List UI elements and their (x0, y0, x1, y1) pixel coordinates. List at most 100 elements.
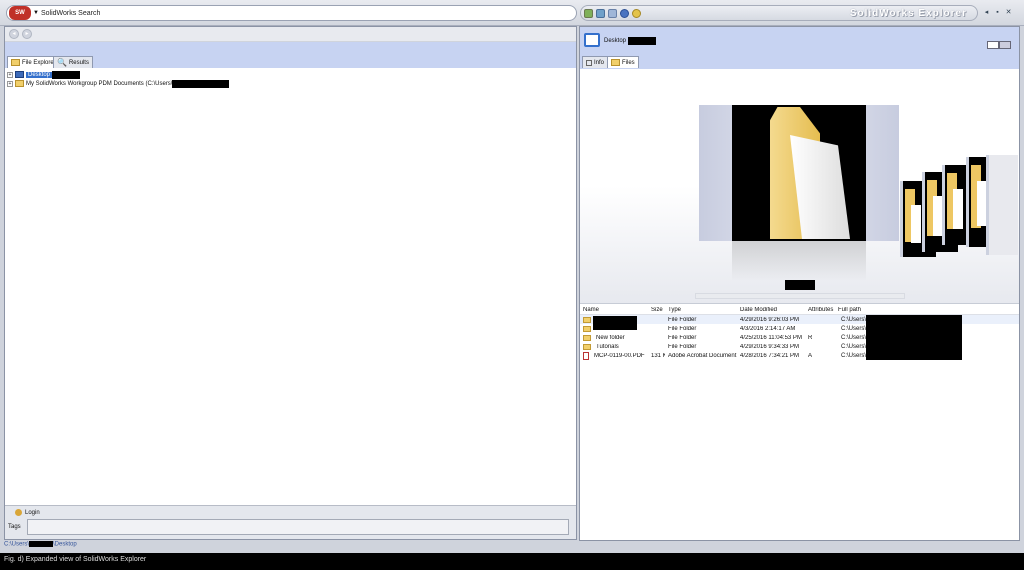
table-row[interactable]: New folder File Folder 4/25/2016 11:04:5… (580, 333, 1019, 342)
row-type: File Folder (668, 316, 697, 323)
tags-row: Tags (5, 519, 576, 535)
preview-caption-redacted (785, 280, 815, 290)
pdm-folder-icon (15, 80, 24, 87)
tree-item-pdm-documents[interactable]: + My SolidWorks Workgroup PDM Documents … (7, 79, 574, 88)
login-label: Login (25, 509, 40, 516)
redacted-block (866, 333, 963, 342)
row-date: 4/28/2016 7:34:21 PM (740, 352, 800, 359)
top-bar: SW ▼ SolidWorks Search SolidWorks Explor… (0, 0, 1024, 26)
figure-caption: Fig. d) Expanded view of SolidWorks Expl… (4, 556, 147, 563)
row-type: File Folder (668, 343, 697, 350)
column-header-attributes[interactable]: Attributes (805, 307, 835, 313)
redacted-block (628, 37, 657, 45)
preview-scrollbar[interactable] (695, 293, 905, 299)
redacted-block (866, 351, 963, 360)
cover-flow-preview[interactable] (580, 69, 1019, 304)
row-path: C:\Users\ (841, 317, 867, 324)
preview-card-main[interactable] (699, 105, 899, 241)
login-button[interactable]: Login (5, 506, 576, 519)
redacted-block (866, 315, 963, 324)
pin-icon[interactable]: ▪ (993, 8, 1002, 17)
help-icon[interactable] (632, 8, 641, 18)
preview-card-side[interactable] (986, 155, 1018, 255)
tab-label: File Explorer (22, 59, 56, 66)
left-tab-strip: File Explorer 🔍 Results (5, 42, 576, 68)
right-title: Desktop (604, 37, 657, 45)
search-input[interactable]: SW ▼ SolidWorks Search (6, 5, 577, 21)
restore-icon[interactable]: ◂ (982, 8, 991, 17)
folder-icon (583, 343, 591, 350)
folder-icon (583, 334, 591, 341)
redacted-block (866, 342, 963, 351)
row-name: New folder (596, 334, 625, 341)
column-header-date[interactable]: Date Modified (737, 307, 805, 313)
table-row[interactable]: File Folder 4/3/2016 2:14:17 AM C:\Users… (580, 324, 1019, 333)
tab-files[interactable]: Files (607, 56, 639, 68)
tab-label: Results (68, 59, 89, 66)
folder-icon (11, 59, 20, 66)
folder-icon (611, 59, 620, 66)
back-icon[interactable]: ◂ (9, 29, 19, 39)
tab-info[interactable]: Info (582, 56, 609, 68)
expand-icon[interactable]: + (7, 71, 13, 78)
file-tree: + Desktop + My SolidWorks Workgroup PDM … (5, 68, 576, 90)
desktop-icon (15, 71, 24, 78)
table-row[interactable]: MCP-0119-00.PDF 131 KB Adobe Acrobat Doc… (580, 351, 1019, 360)
row-type: File Folder (668, 325, 697, 332)
close-icon[interactable]: ✕ (1004, 8, 1013, 17)
column-header-type[interactable]: Type (665, 307, 737, 313)
tab-file-explorer[interactable]: File Explorer (7, 56, 60, 68)
row-type: File Folder (668, 334, 697, 341)
row-path: C:\Users\ (841, 353, 867, 360)
tab-label: Files (622, 59, 635, 66)
redacted-block (29, 541, 54, 547)
status-path: C:\Users\ \Desktop (4, 541, 77, 548)
pdf-file-icon (583, 351, 589, 360)
row-name: MCP-0119-00.PDF (594, 352, 645, 359)
view-toggle (987, 41, 1011, 49)
home-icon[interactable] (596, 8, 605, 18)
left-panel: ◂ ▸ File Explorer 🔍 Results + Desktop + (4, 26, 577, 540)
tree-item-label: My SolidWorks Workgroup PDM Documents (C… (26, 80, 173, 87)
redacted-block (52, 70, 81, 79)
row-path: C:\Users\ (841, 335, 867, 342)
desktop-icon (584, 33, 600, 47)
nav-bar: ◂ ▸ (5, 27, 576, 42)
tree-item-label: Desktop (26, 71, 53, 78)
row-date: 4/25/2016 11:04:53 PM (740, 334, 802, 341)
tags-input[interactable] (26, 519, 569, 535)
status-path-prefix: C:\Users\ (4, 541, 30, 548)
key-icon (15, 509, 22, 516)
expand-icon[interactable]: + (7, 80, 13, 87)
explorer-toolbar: SolidWorks Explorer (580, 5, 978, 21)
folder-icon (583, 316, 591, 323)
tags-label: Tags (8, 524, 21, 530)
row-date: 4/29/2016 9:26:03 PM (740, 316, 800, 323)
refresh-icon[interactable] (584, 8, 593, 18)
table-row[interactable]: File Folder 4/29/2016 9:26:03 PM C:\User… (580, 315, 1019, 330)
row-path: C:\Users\ (841, 344, 867, 351)
list-view-icon[interactable] (987, 41, 999, 49)
login-area: Login Tags (5, 505, 576, 539)
tree-item-desktop[interactable]: + Desktop (7, 70, 574, 79)
solidworks-logo-icon: SW (9, 6, 31, 20)
table-row[interactable]: Tutorials File Folder 4/29/2016 9:34:33 … (580, 342, 1019, 351)
row-name: Tutorials (596, 343, 619, 350)
tab-label: Info (594, 59, 605, 66)
search-label: SolidWorks Search (40, 9, 101, 17)
window-controls: ◂ ▪ ✕ (982, 8, 1013, 17)
info-icon (586, 59, 592, 66)
tab-results[interactable]: 🔍 Results (53, 56, 93, 68)
row-attributes: A (808, 352, 813, 359)
forward-icon[interactable]: ▸ (22, 29, 32, 39)
row-path: C:\Users\ (841, 326, 867, 333)
row-type: Adobe Acrobat Document (668, 352, 737, 359)
info-icon[interactable] (620, 8, 629, 18)
preview-view-icon[interactable] (999, 41, 1011, 49)
column-header-size[interactable]: Size (648, 307, 665, 313)
column-header-full-path[interactable]: Full path (835, 307, 1005, 313)
right-panel: Desktop Info Files Name Size Type Date M… (579, 26, 1020, 541)
status-path-suffix: \Desktop (53, 541, 77, 548)
chevron-down-icon[interactable]: ▼ (33, 10, 39, 16)
print-icon[interactable] (608, 8, 617, 18)
